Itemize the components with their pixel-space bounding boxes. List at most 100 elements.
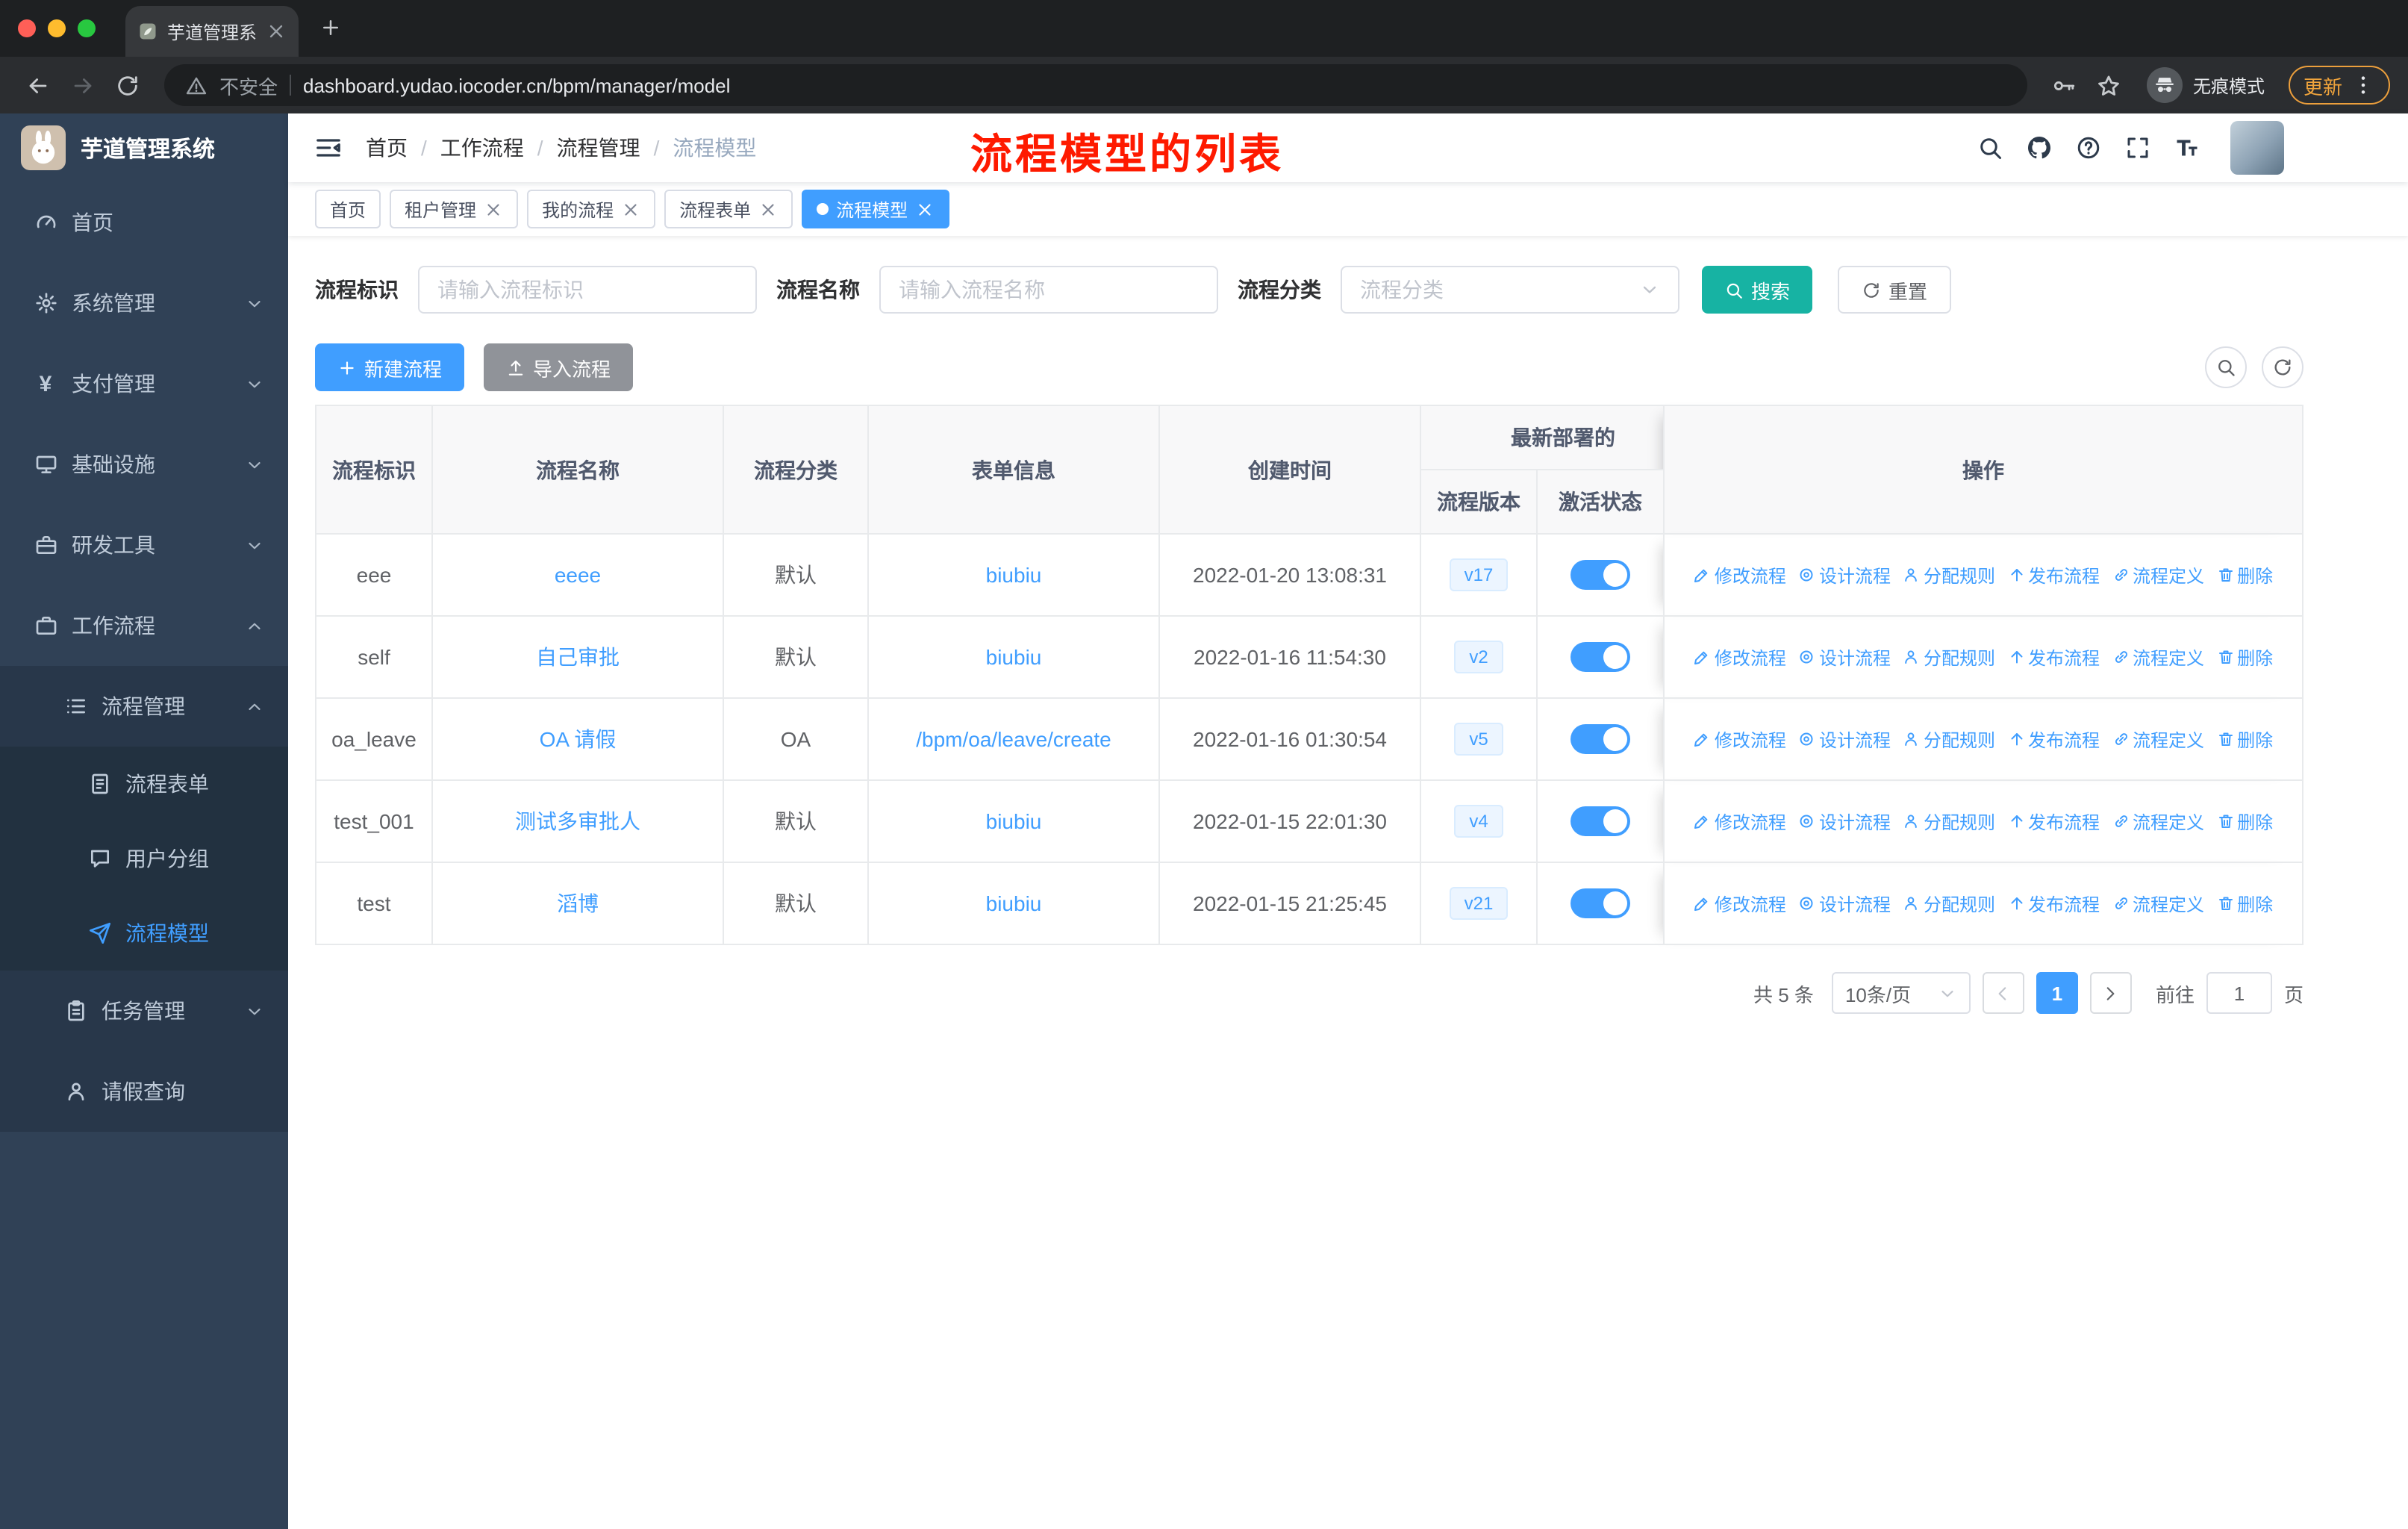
close-icon[interactable] <box>758 199 778 219</box>
action-design-flow[interactable]: 设计流程 <box>1798 644 1891 670</box>
form-info-link[interactable]: /bpm/oa/leave/create <box>916 727 1111 751</box>
sidebar-item-process-management[interactable]: 流程管理 <box>0 666 288 747</box>
reset-button[interactable]: 重置 <box>1838 266 1952 314</box>
import-flow-button[interactable]: 导入流程 <box>484 343 634 391</box>
action-publish-flow[interactable]: 发布流程 <box>2007 562 2100 588</box>
address-bar[interactable]: 不安全 dashboard.yudao.iocoder.cn/bpm/manag… <box>164 64 2027 106</box>
action-delete[interactable]: 删除 <box>2216 726 2273 752</box>
tag-my-process[interactable]: 我的流程 <box>527 190 656 228</box>
action-design-flow[interactable]: 设计流程 <box>1798 726 1891 752</box>
sidebar-item-infrastructure[interactable]: 基础设施 <box>0 424 288 505</box>
action-delete[interactable]: 删除 <box>2216 644 2273 670</box>
sidebar-item-home[interactable]: 首页 <box>0 182 288 263</box>
sidebar-item-process-form[interactable]: 流程表单 <box>0 747 288 821</box>
sidebar-item-dev-tools[interactable]: 研发工具 <box>0 505 288 585</box>
sidebar-item-system-management[interactable]: 系统管理 <box>0 263 288 343</box>
process-id-input[interactable]: 请输入流程标识 <box>418 266 757 314</box>
action-flow-definition[interactable]: 流程定义 <box>2112 644 2204 670</box>
app-logo[interactable]: 芋道管理系统 <box>0 113 288 182</box>
font-size-icon[interactable] <box>2172 133 2202 163</box>
prev-page-button[interactable] <box>1982 972 2024 1014</box>
github-icon[interactable] <box>2024 133 2054 163</box>
form-info-link[interactable]: biubiu <box>986 563 1042 587</box>
process-name-link[interactable]: eeee <box>555 563 601 587</box>
help-icon[interactable] <box>2074 133 2103 163</box>
form-info-link[interactable]: biubiu <box>986 809 1042 833</box>
window-close-button[interactable] <box>18 19 36 37</box>
close-icon[interactable] <box>915 199 935 219</box>
sidebar-item-workflow[interactable]: 工作流程 <box>0 585 288 666</box>
page-1-button[interactable]: 1 <box>2036 972 2078 1014</box>
action-assign-rules[interactable]: 分配规则 <box>1903 809 1995 834</box>
tab-close-icon[interactable] <box>266 21 287 42</box>
action-modify-flow[interactable]: 修改流程 <box>1694 644 1786 670</box>
form-info-link[interactable]: biubiu <box>986 645 1042 669</box>
action-publish-flow[interactable]: 发布流程 <box>2007 891 2100 916</box>
forward-icon[interactable] <box>63 66 102 105</box>
close-icon[interactable] <box>621 199 640 219</box>
page-size-select[interactable]: 10条/页 <box>1831 972 1971 1014</box>
action-delete[interactable]: 删除 <box>2216 891 2273 916</box>
action-flow-definition[interactable]: 流程定义 <box>2112 809 2204 834</box>
action-delete[interactable]: 删除 <box>2216 809 2273 834</box>
action-design-flow[interactable]: 设计流程 <box>1798 891 1891 916</box>
action-assign-rules[interactable]: 分配规则 <box>1903 726 1995 752</box>
active-toggle[interactable] <box>1570 642 1630 672</box>
update-button[interactable]: 更新 <box>2288 66 2390 105</box>
action-assign-rules[interactable]: 分配规则 <box>1903 891 1995 916</box>
next-page-button[interactable] <box>2089 972 2132 1014</box>
process-name-input[interactable]: 请输入流程名称 <box>879 266 1218 314</box>
tag-tenant-management[interactable]: 租户管理 <box>390 190 519 228</box>
action-assign-rules[interactable]: 分配规则 <box>1903 644 1995 670</box>
create-flow-button[interactable]: 新建流程 <box>315 343 465 391</box>
process-name-link[interactable]: 测试多审批人 <box>515 809 640 833</box>
new-tab-button[interactable] <box>314 10 349 46</box>
search-button[interactable]: 搜索 <box>1702 266 1813 314</box>
category-select[interactable]: 流程分类 <box>1341 266 1679 314</box>
tag-home[interactable]: 首页 <box>315 190 381 228</box>
close-icon[interactable] <box>484 199 503 219</box>
goto-page-input[interactable]: 1 <box>2206 972 2272 1014</box>
action-flow-definition[interactable]: 流程定义 <box>2112 891 2204 916</box>
action-modify-flow[interactable]: 修改流程 <box>1694 726 1786 752</box>
action-modify-flow[interactable]: 修改流程 <box>1694 562 1786 588</box>
sidebar-item-task-management[interactable]: 任务管理 <box>0 971 288 1051</box>
password-key-icon[interactable] <box>2045 66 2084 105</box>
fullscreen-icon[interactable] <box>2123 133 2153 163</box>
window-zoom-button[interactable] <box>78 19 96 37</box>
action-flow-definition[interactable]: 流程定义 <box>2112 726 2204 752</box>
action-modify-flow[interactable]: 修改流程 <box>1694 891 1786 916</box>
reload-icon[interactable] <box>107 66 146 105</box>
action-publish-flow[interactable]: 发布流程 <box>2007 644 2100 670</box>
window-minimize-button[interactable] <box>48 19 66 37</box>
tag-process-form[interactable]: 流程表单 <box>664 190 793 228</box>
action-delete[interactable]: 删除 <box>2216 562 2273 588</box>
search-icon[interactable] <box>1975 133 2005 163</box>
action-publish-flow[interactable]: 发布流程 <box>2007 726 2100 752</box>
back-icon[interactable] <box>18 66 57 105</box>
action-publish-flow[interactable]: 发布流程 <box>2007 809 2100 834</box>
show-search-button[interactable] <box>2205 346 2247 388</box>
process-name-link[interactable]: 滔博 <box>557 891 599 915</box>
active-toggle[interactable] <box>1570 888 1630 918</box>
refresh-table-button[interactable] <box>2262 346 2303 388</box>
form-info-link[interactable]: biubiu <box>986 891 1042 915</box>
action-design-flow[interactable]: 设计流程 <box>1798 562 1891 588</box>
action-modify-flow[interactable]: 修改流程 <box>1694 809 1786 834</box>
sidebar-item-leave-query[interactable]: 请假查询 <box>0 1051 288 1132</box>
active-toggle[interactable] <box>1570 806 1630 836</box>
action-assign-rules[interactable]: 分配规则 <box>1903 562 1995 588</box>
user-avatar[interactable] <box>2230 121 2284 175</box>
sidebar-item-process-model[interactable]: 流程模型 <box>0 896 288 971</box>
breadcrumb-item-workflow[interactable]: 工作流程 <box>440 133 557 163</box>
sidebar-collapse-icon[interactable] <box>303 122 354 173</box>
bookmark-star-icon[interactable] <box>2090 66 2129 105</box>
menu-dots-icon[interactable] <box>2351 73 2375 97</box>
process-name-link[interactable]: OA 请假 <box>540 727 617 751</box>
active-toggle[interactable] <box>1570 560 1630 590</box>
browser-tab[interactable]: 芋道管理系统 <box>125 6 299 57</box>
active-toggle[interactable] <box>1570 724 1630 754</box>
action-design-flow[interactable]: 设计流程 <box>1798 809 1891 834</box>
breadcrumb-item-home[interactable]: 首页 <box>366 133 440 163</box>
breadcrumb-item-process-management[interactable]: 流程管理 <box>557 133 673 163</box>
